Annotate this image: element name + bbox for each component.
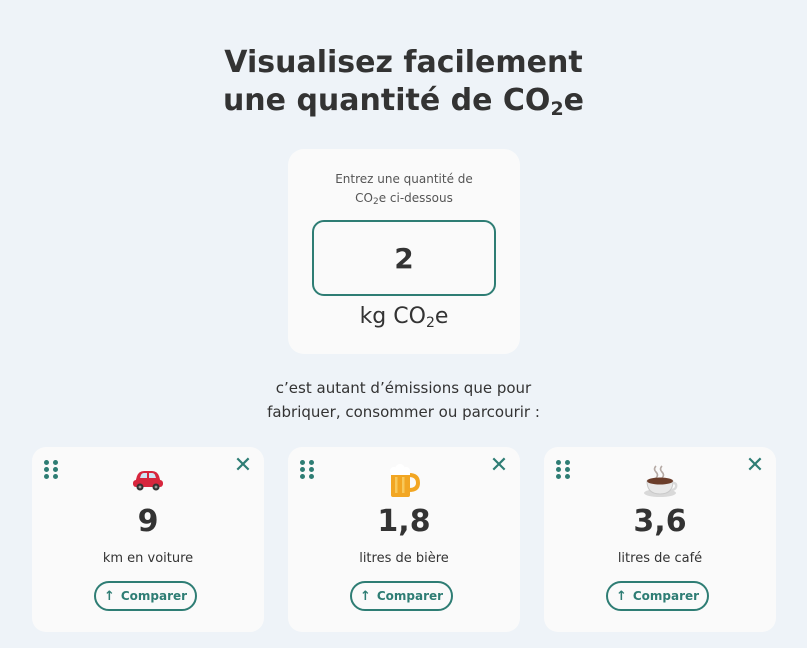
arrow-up-icon: ↑ [615, 588, 627, 604]
equivalent-value: 1,8 [377, 504, 431, 539]
page-title: Visualisez facilement une quantité de CO… [0, 44, 807, 120]
equivalent-label: litres de café [617, 551, 703, 566]
quantity-input-card: Entrez une quantité de CO2e ci-dessous 2… [288, 149, 520, 354]
equivalent-label: km en voiture [102, 551, 194, 566]
car-icon [32, 463, 264, 499]
quantity-input[interactable]: 2 [312, 220, 496, 296]
title-line-1: Visualisez facilement [224, 45, 583, 80]
equivalent-value: 9 [137, 504, 159, 539]
comparison-card-coffee: ✕ 3,6 litres de café ↑ Comparer [544, 447, 776, 632]
compare-button[interactable]: ↑ Comparer [350, 581, 453, 611]
compare-button[interactable]: ↑ Comparer [94, 581, 197, 611]
quantity-input-label: Entrez une quantité de CO2e ci-dessous [335, 172, 473, 207]
beer-mug-icon [288, 463, 520, 499]
title-line-2: une quantité de CO2e [222, 83, 585, 120]
unit-label: kg CO2e [359, 304, 449, 331]
arrow-up-icon: ↑ [103, 588, 115, 604]
equivalent-value: 3,6 [633, 504, 687, 539]
equivalent-label: litres de bière [359, 551, 449, 566]
comparison-card-car: ✕ 9 km en voiture ↑ Comparer [32, 447, 264, 632]
intro-text: c’est autant d’émissions que pour fabriq… [267, 379, 540, 421]
arrow-up-icon: ↑ [359, 588, 371, 604]
comparison-card-beer: ✕ 1,8 litres de bière ↑ Comparer [288, 447, 520, 632]
coffee-cup-icon [544, 463, 776, 499]
compare-button[interactable]: ↑ Comparer [606, 581, 709, 611]
